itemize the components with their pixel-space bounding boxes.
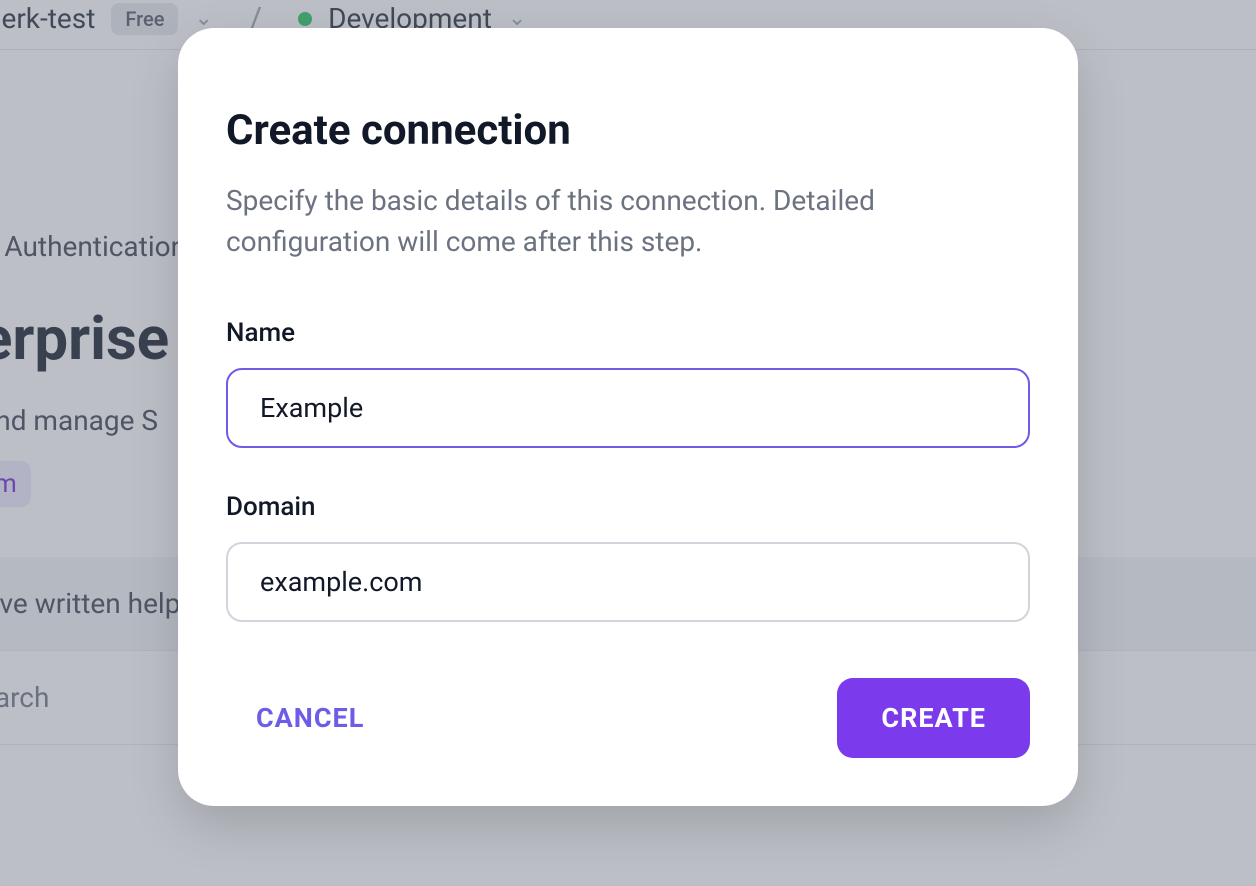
create-button[interactable]: CREATE [837,678,1030,758]
modal-overlay[interactable]: Create connection Specify the basic deta… [0,0,1256,886]
domain-input[interactable] [226,542,1030,622]
modal-actions: CANCEL CREATE [226,678,1030,758]
modal-title: Create connection [226,106,1030,155]
modal-description: Specify the basic details of this connec… [226,181,1030,262]
cancel-button[interactable]: CANCEL [226,680,394,756]
domain-label: Domain [226,492,1030,522]
name-input[interactable] [226,368,1030,448]
domain-field: Domain [226,492,1030,622]
create-connection-modal: Create connection Specify the basic deta… [178,28,1078,806]
name-field: Name [226,318,1030,448]
name-label: Name [226,318,1030,348]
